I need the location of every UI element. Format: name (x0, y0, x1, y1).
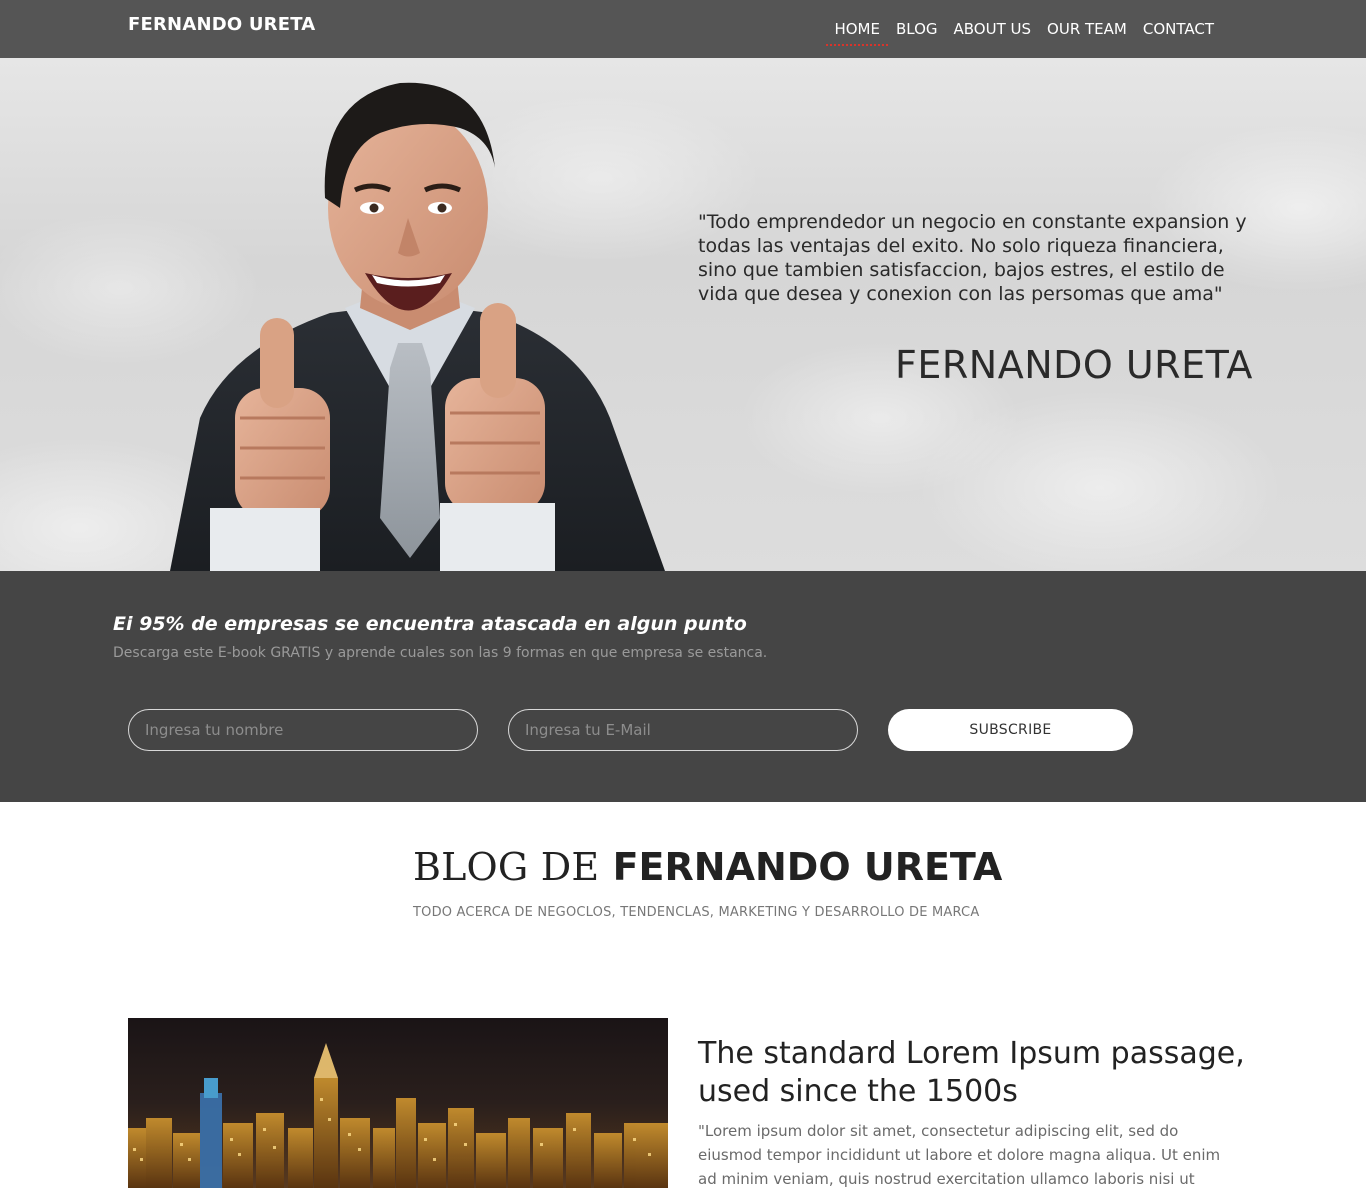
blog-title: BLOG DE FERNANDO URETA (413, 845, 1002, 889)
hero-quote: "Todo emprendedor un negocio en constant… (698, 211, 1247, 305)
blog-title-part2: FERNANDO URETA (612, 845, 1003, 889)
hero-name-heading: FERNANDO URETA (895, 343, 1253, 387)
nav-contact-link[interactable]: CONTACT (1143, 20, 1214, 46)
blog-subtitle: TODO ACERCA DE NEGOCLOS, TENDENCLAS, MAR… (413, 905, 980, 920)
hero-section: "Todo emprendedor un negocio en constant… (0, 58, 1366, 571)
top-navbar: FERNANDO URETA HOME BLOG ABOUT US OUR TE… (0, 0, 1366, 58)
nav-about-us-link[interactable]: ABOUT US (954, 20, 1032, 46)
post-city-image[interactable] (128, 1018, 668, 1188)
email-input[interactable] (508, 709, 858, 751)
subscribe-title: Ei 95% de empresas se encuentra atascada… (113, 613, 747, 635)
nav-our-team-link[interactable]: OUR TEAM (1047, 20, 1127, 46)
post-excerpt: "Lorem ipsum dolor sit amet, consectetur… (698, 1122, 1221, 1188)
city-skyline-image (128, 1018, 668, 1188)
post-title[interactable]: The standard Lorem Ipsum passage, used s… (698, 1035, 1258, 1111)
main-nav: HOME BLOG ABOUT US OUR TEAM CONTACT (818, 19, 1214, 46)
subscribe-subtitle: Descarga este E-book GRATIS y aprende cu… (113, 645, 768, 661)
nav-blog-link[interactable]: BLOG (896, 20, 938, 46)
subscribe-button[interactable]: SUBSCRIBE (888, 709, 1133, 751)
subscribe-section: Ei 95% de empresas se encuentra atascada… (0, 571, 1366, 802)
hero-person-photo (170, 82, 665, 571)
brand-logo-link[interactable]: FERNANDO URETA (128, 14, 315, 35)
nav-home-link[interactable]: HOME (826, 20, 888, 46)
blog-title-part1: BLOG DE (413, 845, 600, 889)
name-input[interactable] (128, 709, 478, 751)
